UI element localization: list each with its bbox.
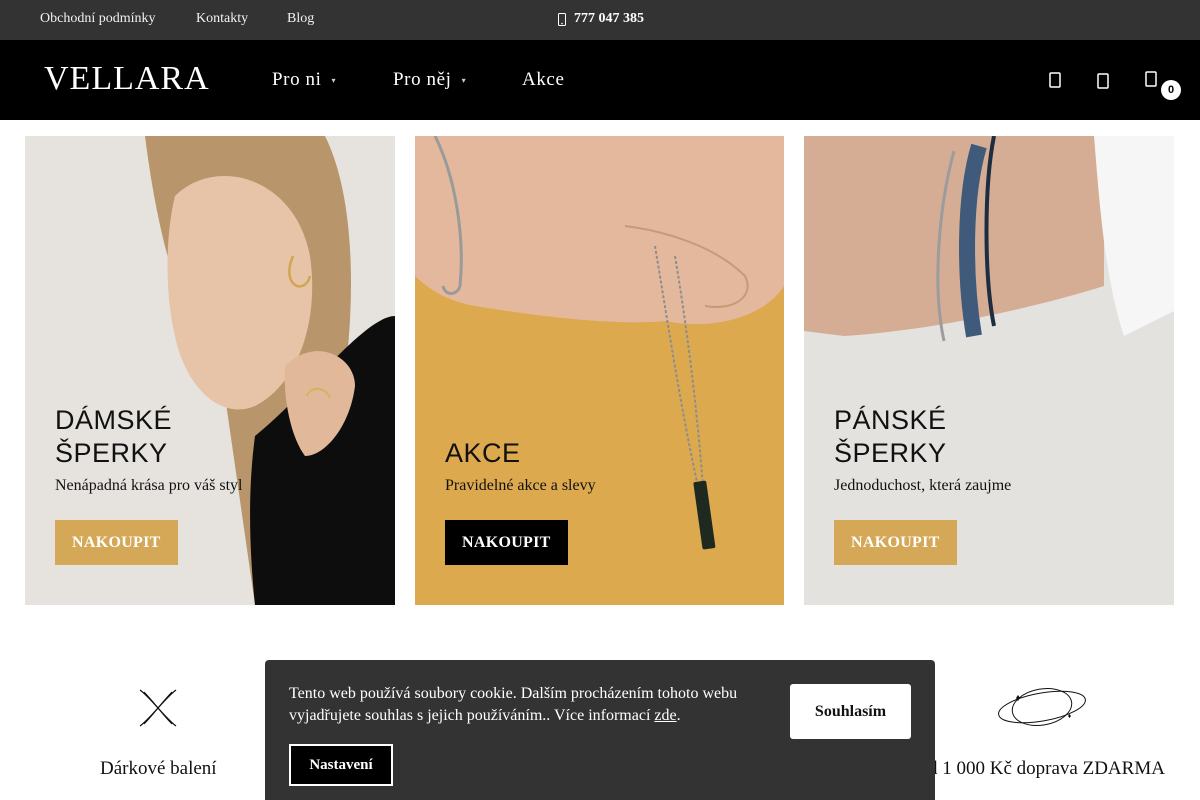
main-header: VELLARA Pro ni ▾ Pro něj ▾ Akce [0, 40, 1200, 120]
nav-label: Pro ni [272, 69, 322, 90]
cart-count-badge: 0 [1161, 80, 1181, 100]
user-icon[interactable] [1091, 68, 1115, 92]
banner-women-jewelry[interactable]: DÁMSKÉ ŠPERKY Nenápadná krása pro váš st… [25, 136, 395, 605]
phone-icon [558, 12, 566, 26]
cookie-settings-button[interactable]: Nastavení [289, 744, 393, 786]
banner-title: DÁMSKÉ ŠPERKY [55, 404, 172, 470]
cart-icon[interactable] [1139, 68, 1163, 92]
banner-subtitle: Jednoduchost, která zaujme [834, 477, 1012, 494]
banner-sale[interactable]: AKCE Pravidelné akce a slevy NAKOUPIT [415, 136, 784, 605]
cookie-consent-bar: Tento web používá soubory cookie. Dalším… [265, 660, 935, 800]
banner-title-line: DÁMSKÉ [55, 405, 173, 435]
banner-title-line: ŠPERKY [55, 438, 168, 468]
link-contacts[interactable]: Kontakty [196, 11, 248, 27]
site-logo[interactable]: VELLARA [44, 60, 210, 98]
cookie-message-end: . [676, 707, 681, 724]
chevron-down-icon: ▾ [331, 75, 337, 85]
banner-title-line: PÁNSKÉ [834, 405, 947, 435]
banner-title-line: AKCE [445, 438, 521, 468]
banner-title-line: ŠPERKY [834, 438, 947, 468]
banner-men-jewelry[interactable]: PÁNSKÉ ŠPERKY Jednoduchost, která zaujme… [804, 136, 1174, 605]
delivery-orbit-icon [996, 686, 1088, 733]
cookie-text-block: Tento web používá soubory cookie. Dalším… [289, 683, 759, 727]
feature-gift-wrap: Dárkové balení [100, 758, 217, 779]
cookie-agree-button[interactable]: Souhlasím [790, 684, 911, 739]
shop-sale-button[interactable]: NAKOUPIT [445, 520, 568, 565]
feature-free-shipping: d 1 000 Kč doprava ZDARMA [928, 758, 1165, 779]
shop-men-button[interactable]: NAKOUPIT [834, 520, 957, 565]
shop-women-button[interactable]: NAKOUPIT [55, 520, 178, 565]
nav-label: Akce [522, 69, 565, 90]
chevron-down-icon: ▾ [461, 75, 467, 85]
nav-label: Pro něj [393, 69, 452, 90]
banner-title: PÁNSKÉ ŠPERKY [834, 404, 947, 470]
gift-bow-icon [136, 688, 180, 733]
nav-item-pro-nej[interactable]: Pro něj ▾ [393, 69, 466, 91]
banner-subtitle: Pravidelné akce a slevy [445, 477, 596, 494]
banner-subtitle: Nenápadná krása pro váš styl [55, 477, 243, 494]
nav-item-pro-ni[interactable]: Pro ni ▾ [272, 69, 336, 91]
phone-number: 777 047 385 [574, 11, 644, 26]
banner-title: AKCE [445, 437, 521, 470]
nav-item-akce[interactable]: Akce [522, 69, 565, 91]
search-icon[interactable] [1043, 68, 1067, 92]
link-terms[interactable]: Obchodní podmínky [40, 11, 156, 27]
phone-contact[interactable]: 777 047 385 [558, 11, 644, 27]
link-blog[interactable]: Blog [287, 11, 314, 27]
top-utility-bar: Obchodní podmínky Kontakty Blog 777 047 … [0, 0, 1200, 40]
cookie-more-info-link[interactable]: zde [654, 707, 676, 724]
